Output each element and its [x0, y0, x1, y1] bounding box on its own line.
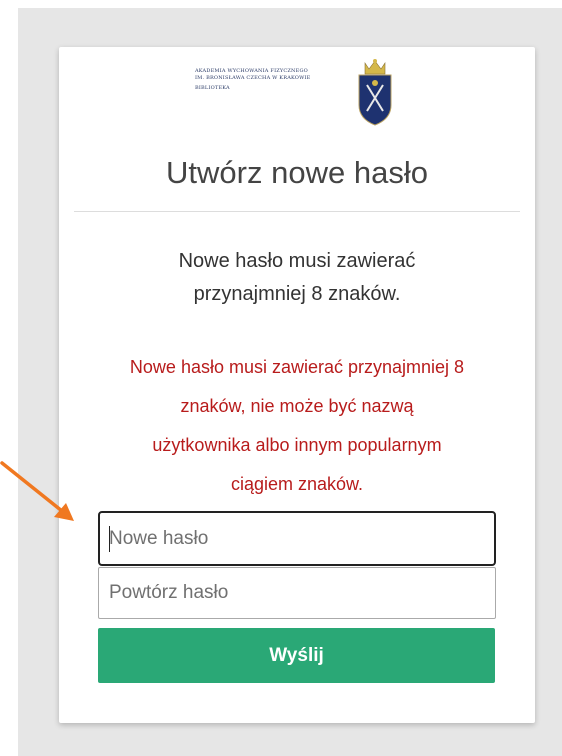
- annotation-arrow-icon: [0, 461, 74, 521]
- submit-button[interactable]: Wyślij: [98, 628, 495, 683]
- password-requirement-info: Nowe hasło musi zawierać przynajmniej 8 …: [59, 245, 535, 311]
- logo-text: AKADEMIA WYCHOWANIA FIZYCZNEGO IM. BRONI…: [195, 68, 355, 92]
- logo-line-2: IM. BRONISŁAWA CZECHA W KRAKOWIE: [195, 75, 311, 81]
- logo-line-1: AKADEMIA WYCHOWANIA FIZYCZNEGO: [195, 68, 308, 74]
- screenshot-stage: AKADEMIA WYCHOWANIA FIZYCZNEGO IM. BRONI…: [0, 0, 562, 756]
- info-line-2: przynajmniej 8 znaków.: [193, 283, 401, 305]
- info-line-1: Nowe hasło musi zawierać: [178, 250, 416, 272]
- page-title: Utwórz nowe hasło: [166, 155, 428, 190]
- academy-crest-icon: [358, 59, 392, 126]
- error-line-4: ciągiem znaków.: [230, 474, 364, 494]
- new-password-input[interactable]: [98, 511, 496, 566]
- error-line-3: użytkownika albo innym popularnym: [152, 435, 442, 455]
- password-error-message: Nowe hasło musi zawierać przynajmniej 8 …: [40, 348, 554, 504]
- library-logo: AKADEMIA WYCHOWANIA FIZYCZNEGO IM. BRONI…: [195, 55, 403, 127]
- error-line-2: znaków, nie może być nazwą: [180, 396, 414, 416]
- logo-line-3: BIBLIOTEKA: [195, 85, 230, 91]
- repeat-password-input[interactable]: [98, 567, 496, 619]
- error-line-1: Nowe hasło musi zawierać przynajmniej 8: [129, 357, 465, 377]
- text-caret: [109, 526, 110, 552]
- title-divider: [74, 211, 520, 212]
